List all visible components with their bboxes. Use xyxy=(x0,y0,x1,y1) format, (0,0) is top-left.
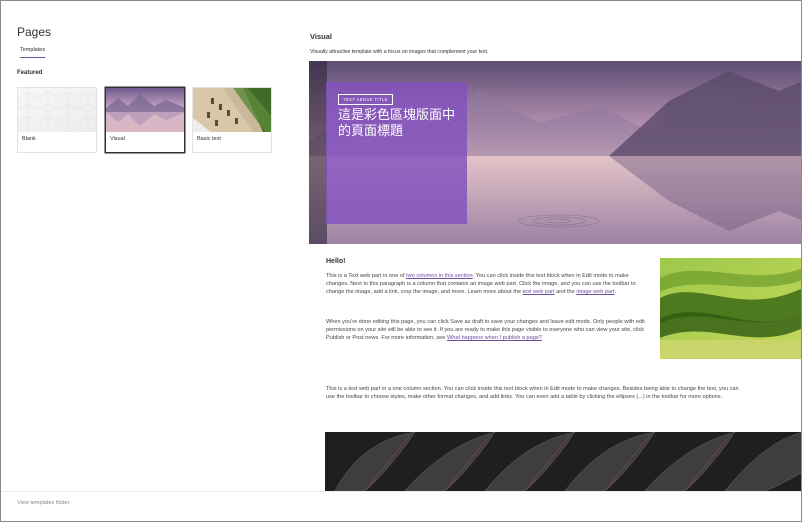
footer-divider xyxy=(1,491,801,492)
hero-heading: 這是彩色區塊版面中的頁面標題 xyxy=(338,108,456,139)
template-card-visual[interactable]: Visual xyxy=(105,87,185,153)
tab-templates[interactable]: Templates xyxy=(20,47,46,58)
template-label: Visual xyxy=(110,136,125,142)
page-templates-dialog: Pages Templates Featured Blank Visual Ba… xyxy=(0,0,802,522)
two-column-text-paragraph: This is a Text web part in one of two co… xyxy=(326,273,636,296)
text-web-part-link[interactable]: text web part xyxy=(523,289,555,295)
template-label: Basic text xyxy=(197,136,221,142)
image-web-part-link[interactable]: image web part xyxy=(576,289,614,295)
text-above-title-chip: TEXT ABOVE TITLE xyxy=(338,94,393,105)
hero-title-block: TEXT ABOVE TITLE 這是彩色區塊版面中的頁面標題 xyxy=(326,82,467,224)
two-columns-link[interactable]: two columns in this section xyxy=(406,273,473,279)
hello-heading: Hello! xyxy=(326,258,346,265)
one-column-text-paragraph: This is a text web part in a one column … xyxy=(326,386,739,401)
basic-text-thumbnail xyxy=(193,88,271,132)
view-templates-folder-link[interactable]: View templates folder xyxy=(17,500,69,506)
visual-thumbnail xyxy=(106,88,184,132)
blank-thumbnail xyxy=(18,88,96,132)
template-card-basic-text[interactable]: Basic text xyxy=(192,87,272,153)
publish-info-paragraph: When you're done editing this page, you … xyxy=(326,319,645,342)
template-card-blank[interactable]: Blank xyxy=(17,87,97,153)
panel-title: Pages xyxy=(17,25,52,39)
what-happens-when-publish-link[interactable]: What happens when I publish a page? xyxy=(447,335,542,341)
template-label: Blank xyxy=(22,136,36,142)
dark-leaves-image xyxy=(325,432,801,491)
preview-description: Visually attractive template with a focu… xyxy=(310,49,489,55)
green-hills-image xyxy=(660,258,801,359)
hero-section: TEXT ABOVE TITLE 這是彩色區塊版面中的頁面標題 xyxy=(309,61,801,244)
section-label-featured: Featured xyxy=(17,70,43,76)
preview-title: Visual xyxy=(310,32,332,41)
